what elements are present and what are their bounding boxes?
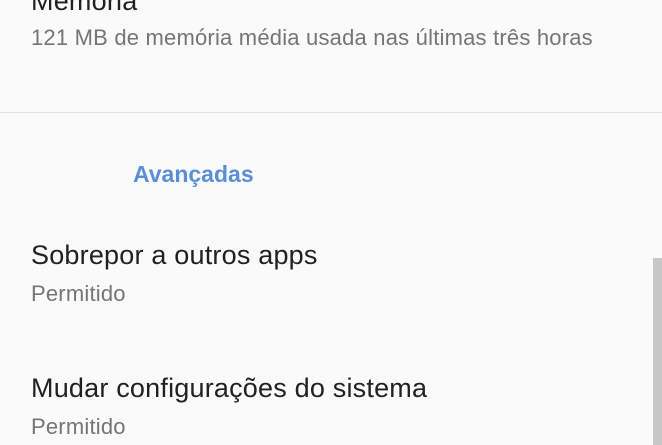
scrollbar-thumb[interactable]	[653, 258, 662, 445]
overlay-permission-summary: Permitido	[31, 281, 126, 306]
overlay-permission-title: Sobrepor a outros apps	[31, 240, 318, 270]
memory-summary: 121 MB de memória média usada nas última…	[31, 25, 593, 50]
advanced-section-header: Avançadas	[133, 161, 254, 187]
memory-title: Memória	[31, 0, 138, 16]
section-divider	[0, 112, 662, 113]
modify-system-settings-summary: Permitido	[31, 414, 126, 439]
modify-system-settings-title: Mudar configurações do sistema	[31, 373, 428, 403]
